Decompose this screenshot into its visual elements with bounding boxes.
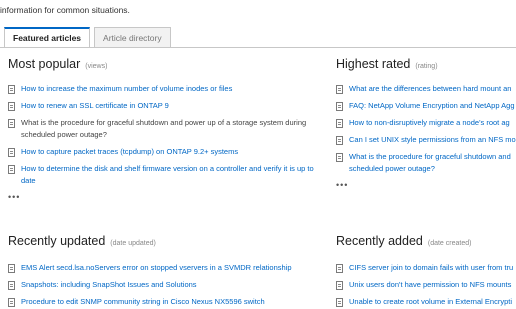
recently-updated-section: Recently updated (date updated) EMS Aler…	[8, 234, 326, 309]
most-popular-section: Most popular (views) How to increase the…	[8, 57, 326, 202]
article-link[interactable]: CIFS server join to domain fails with us…	[349, 263, 513, 272]
document-icon	[336, 298, 343, 307]
tab-bar: Featured articles Article directory	[4, 27, 171, 48]
article-link[interactable]: What is the procedure for graceful shutd…	[349, 152, 511, 173]
recently-added-title: Recently added	[336, 234, 423, 248]
article-link[interactable]: Unable to create root volume in External…	[349, 297, 512, 306]
list-item[interactable]: What are the differences between hard mo…	[336, 83, 516, 95]
tab-featured-articles[interactable]: Featured articles	[4, 27, 91, 48]
list-item[interactable]: How to capture packet traces (tcpdump) o…	[8, 146, 326, 158]
highest-rated-list: What are the differences between hard mo…	[336, 83, 516, 175]
list-item[interactable]: Procedure to edit SNMP community string …	[8, 296, 326, 308]
list-item[interactable]: Snapshots: including SnapShot Issues and…	[8, 279, 326, 291]
document-icon	[8, 85, 15, 94]
most-popular-heading: Most popular (views)	[8, 57, 326, 77]
document-icon	[336, 102, 343, 111]
highest-rated-section: Highest rated (rating) What are the diff…	[336, 57, 516, 190]
article-link[interactable]: How to renew an SSL certificate in ONTAP…	[21, 101, 169, 110]
tab-divider	[0, 47, 516, 48]
highest-rated-title: Highest rated	[336, 57, 411, 71]
document-icon	[336, 264, 343, 273]
list-item[interactable]: How to non-disruptively migrate a node's…	[336, 117, 516, 129]
recently-added-list: CIFS server join to domain fails with us…	[336, 262, 516, 308]
list-item[interactable]: EMS Alert secd.lsa.noServers error on st…	[8, 262, 326, 274]
most-popular-subtitle: (views)	[85, 63, 108, 70]
document-icon	[336, 281, 343, 290]
article-link[interactable]: FAQ: NetApp Volume Encryption and NetApp…	[349, 101, 515, 110]
list-item[interactable]: Unix users don't have permission to NFS …	[336, 279, 516, 291]
highest-rated-heading: Highest rated (rating)	[336, 57, 516, 77]
tab-article-directory[interactable]: Article directory	[94, 27, 171, 48]
recently-added-section: Recently added (date created) CIFS serve…	[336, 234, 516, 309]
article-link[interactable]: EMS Alert secd.lsa.noServers error on st…	[21, 263, 292, 272]
recently-updated-list: EMS Alert secd.lsa.noServers error on st…	[8, 262, 326, 308]
document-icon	[336, 136, 343, 145]
list-item[interactable]: How to increase the maximum number of vo…	[8, 83, 326, 95]
featured-articles-page: information for common situations. Featu…	[0, 0, 516, 309]
article-link[interactable]: How to non-disruptively migrate a node's…	[349, 118, 510, 127]
article-link[interactable]: What is the procedure for graceful shutd…	[21, 118, 306, 139]
article-link[interactable]: How to determine the disk and shelf firm…	[21, 164, 314, 185]
document-icon	[8, 298, 15, 307]
highest-rated-subtitle: (rating)	[415, 63, 438, 70]
article-link[interactable]: Snapshots: including SnapShot Issues and…	[21, 280, 197, 289]
document-icon	[8, 281, 15, 290]
more-indicator[interactable]: •••	[336, 180, 516, 190]
list-item[interactable]: How to renew an SSL certificate in ONTAP…	[8, 100, 326, 112]
most-popular-title: Most popular	[8, 57, 81, 71]
more-indicator[interactable]: •••	[8, 192, 326, 202]
recently-updated-subtitle: (date updated)	[110, 240, 156, 247]
list-item[interactable]: FAQ: NetApp Volume Encryption and NetApp…	[336, 100, 516, 112]
list-item[interactable]: How to determine the disk and shelf firm…	[8, 163, 326, 187]
list-item[interactable]: What is the procedure for graceful shutd…	[336, 151, 516, 175]
recently-updated-title: Recently updated	[8, 234, 106, 248]
list-item[interactable]: Unable to create root volume in External…	[336, 296, 516, 308]
document-icon	[8, 119, 15, 128]
article-link[interactable]: Unix users don't have permission to NFS …	[349, 280, 511, 289]
list-item[interactable]: Can I set UNIX style permissions from an…	[336, 134, 516, 146]
recently-added-subtitle: (date created)	[427, 240, 472, 247]
intro-text: information for common situations.	[0, 5, 130, 15]
recently-updated-heading: Recently updated (date updated)	[8, 234, 326, 254]
document-icon	[8, 102, 15, 111]
article-link[interactable]: Procedure to edit SNMP community string …	[21, 297, 265, 306]
document-icon	[8, 148, 15, 157]
recently-added-heading: Recently added (date created)	[336, 234, 516, 254]
most-popular-list: How to increase the maximum number of vo…	[8, 83, 326, 187]
document-icon	[336, 119, 343, 128]
list-item[interactable]: What is the procedure for graceful shutd…	[8, 117, 326, 141]
article-link[interactable]: How to capture packet traces (tcpdump) o…	[21, 147, 238, 156]
article-link[interactable]: How to increase the maximum number of vo…	[21, 84, 232, 93]
document-icon	[8, 165, 15, 174]
document-icon	[8, 264, 15, 273]
article-link[interactable]: What are the differences between hard mo…	[349, 84, 511, 93]
document-icon	[336, 153, 343, 162]
list-item[interactable]: CIFS server join to domain fails with us…	[336, 262, 516, 274]
document-icon	[336, 85, 343, 94]
article-link[interactable]: Can I set UNIX style permissions from an…	[349, 135, 516, 144]
